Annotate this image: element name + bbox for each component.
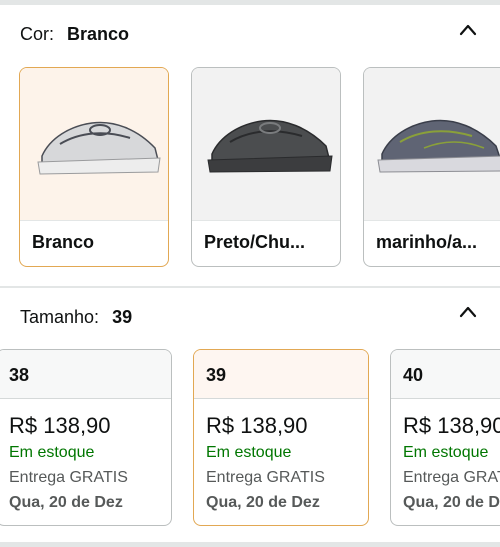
shipping-info: Entrega GRATIS [403,469,500,486]
swatch-divider [364,220,500,221]
top-divider [0,0,500,5]
chevron-up-icon[interactable] [458,302,478,322]
swatch-divider [20,220,168,221]
size-price: R$ 138,90 [403,413,500,438]
color-header: Cor: Branco [20,24,129,45]
delivery-date: Qua, 20 de Dez [9,494,123,511]
size-selected-value: 39 [112,307,133,327]
stock-status: Em estoque [206,444,292,461]
color-label: Cor: [20,24,55,44]
size-option-40[interactable]: 40 R$ 138,90 Em estoque Entrega GRATIS Q… [390,349,500,526]
shoe-image [20,68,168,220]
swatch-divider [192,220,340,221]
color-swatch-marinho[interactable]: marinho/a... [363,67,500,267]
delivery-date: Qua, 20 de Dez [403,494,500,511]
shoe-image [364,68,500,220]
bottom-divider [0,542,500,547]
swatch-name: marinho/a... [376,232,478,252]
stock-status: Em estoque [9,444,95,461]
section-divider [0,286,500,288]
shoe-image [192,68,340,220]
delivery-date: Qua, 20 de Dez [206,494,320,511]
color-swatch-branco[interactable]: Branco [19,67,169,267]
stock-status: Em estoque [403,444,489,461]
size-option-38[interactable]: 38 R$ 138,90 Em estoque Entrega GRATIS Q… [0,349,172,526]
shipping-info: Entrega GRATIS [9,469,128,486]
chevron-up-icon[interactable] [458,20,478,40]
swatch-name: Branco [32,232,95,252]
color-swatch-preto[interactable]: Preto/Chu... [191,67,341,267]
color-selected-value: Branco [67,24,130,44]
size-number: 39 [206,365,227,385]
size-number: 40 [403,365,424,385]
size-label: Tamanho: [20,307,100,327]
size-option-39[interactable]: 39 R$ 138,90 Em estoque Entrega GRATIS Q… [193,349,369,526]
size-header: Tamanho: 39 [20,307,132,328]
size-price: R$ 138,90 [9,413,111,438]
swatch-name: Preto/Chu... [204,232,306,252]
size-price: R$ 138,90 [206,413,308,438]
shipping-info: Entrega GRATIS [206,469,325,486]
size-number: 38 [9,365,30,385]
